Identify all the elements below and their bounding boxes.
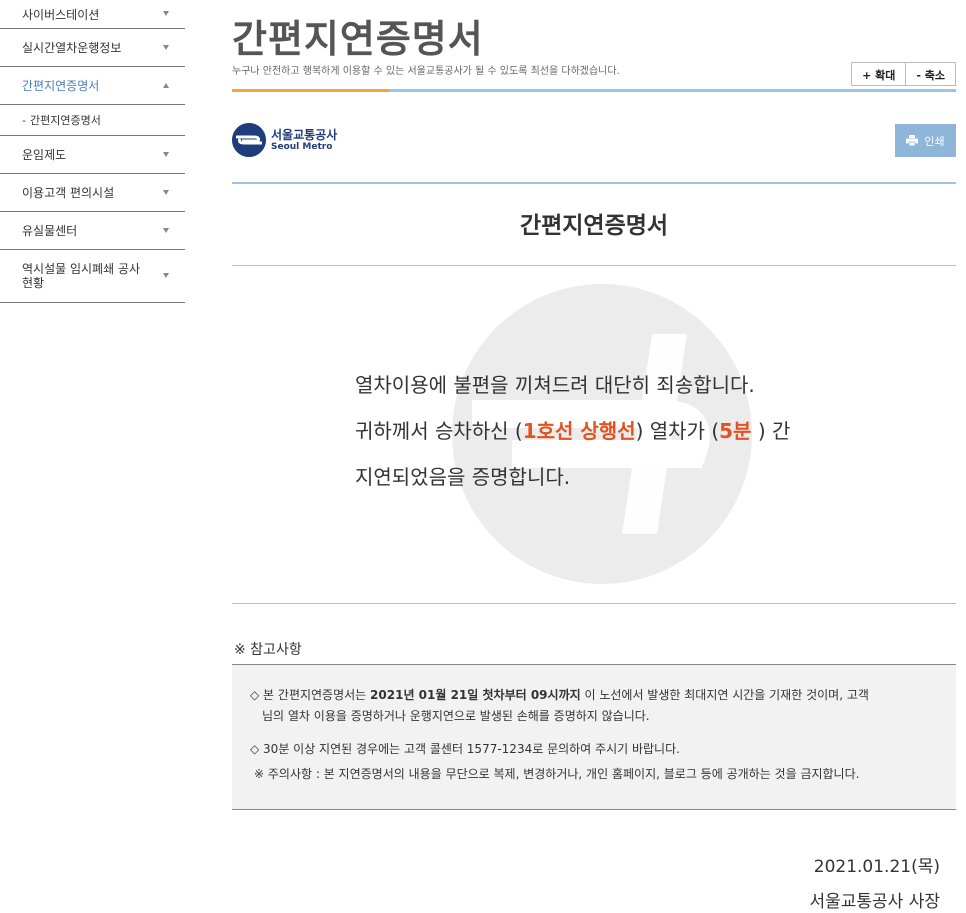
- certificate-top-divider: [232, 182, 956, 184]
- certificate-title-divider: [232, 265, 956, 266]
- reference-warning: ※ 주의사항 : 본 지연증명서의 내용을 무단으로 복제, 변경하거나, 개인…: [254, 767, 860, 781]
- line2-suffix: ) 간: [751, 419, 791, 443]
- issue-date: 2021.01.21(목): [813, 857, 940, 877]
- chevron-down-icon: [163, 189, 169, 195]
- sidebar-item-label: 실시간열차운행정보: [22, 41, 122, 55]
- sidebar-subitem-label: 간편지연증명서: [29, 114, 101, 127]
- certificate-message: 열차이용에 불편을 끼쳐드려 대단히 죄송합니다. 귀하께서 승차하신 (1호선…: [355, 362, 790, 500]
- sidebar-item-closure[interactable]: 역시설물 임시폐쇄 공사현황: [0, 250, 185, 303]
- chevron-down-icon: [163, 227, 169, 233]
- logo-korean: 서울교통공사: [271, 127, 338, 142]
- zoom-out-button[interactable]: - 축소: [905, 63, 955, 85]
- sidebar-item-label: 역시설물 임시폐쇄 공사현황: [22, 262, 141, 290]
- seoul-metro-logo-icon: [232, 123, 266, 157]
- chevron-down-icon: [163, 11, 169, 16]
- note1-continuation: 님의 열차 이용을 증명하거나 운행지연으로 발생된 손해를 증명하지 않습니다…: [262, 709, 650, 723]
- title-divider-accent: [232, 89, 390, 92]
- sidebar-item-label: 사이버스테이션: [22, 7, 100, 22]
- sidebar-item-facilities[interactable]: 이용고객 편의시설: [0, 174, 185, 212]
- reference-box: ◇ 본 간편지연증명서는 2021년 01월 21일 첫차부터 09시까지 이 …: [232, 664, 956, 810]
- zoom-controls: + 확대 - 축소: [851, 62, 956, 86]
- chevron-up-icon: [163, 82, 169, 88]
- sidebar-item-label: 유실물센터: [22, 224, 78, 238]
- sidebar-item-realtime[interactable]: 실시간열차운행정보: [0, 29, 185, 67]
- chevron-down-icon: [163, 273, 169, 278]
- reference-note-2: ◇ 30분 이상 지연된 경우에는 고객 콜센터 1577-1234로 문의하여…: [250, 742, 680, 756]
- seoul-metro-logo: 서울교통공사 Seoul Metro: [232, 123, 337, 157]
- sidebar-item-label: 이용고객 편의시설: [22, 186, 115, 200]
- sidebar-item-lost-found[interactable]: 유실물센터: [0, 212, 185, 250]
- sidebar-item-label: 간편지연증명서: [22, 79, 100, 93]
- chevron-down-icon: [163, 151, 169, 157]
- sidebar: 사이버스테이션 실시간열차운행정보 간편지연증명서 - 간편지연증명서 운임제도…: [0, 0, 185, 303]
- sidebar-item-cyberstation[interactable]: 사이버스테이션: [0, 0, 185, 29]
- reference-note-1: ◇ 본 간편지연증명서는 2021년 01월 21일 첫차부터 09시까지 이 …: [250, 685, 938, 727]
- title-divider: [232, 89, 956, 92]
- signature: 서울교통공사 사장: [809, 892, 940, 912]
- line2-middle: ) 열차가 (: [635, 419, 720, 443]
- logo-english: Seoul Metro: [271, 141, 333, 152]
- certificate-line-1: 열차이용에 불편을 끼쳐드려 대단히 죄송합니다.: [355, 373, 755, 397]
- delay-value: 5분: [719, 419, 752, 443]
- reference-title: ※ 참고사항: [234, 642, 302, 658]
- chevron-down-icon: [163, 44, 169, 50]
- print-label: 인쇄: [924, 134, 945, 148]
- train-line-value: 1호선 상행선: [522, 419, 636, 443]
- sidebar-item-delay-cert[interactable]: 간편지연증명서: [0, 67, 185, 105]
- certificate-title: 간편지연증명서: [519, 213, 669, 239]
- certificate-line-3: 지연되었음을 증명합니다.: [355, 465, 571, 489]
- note1-date-range: 2021년 01월 21일 첫차부터 09시까지: [370, 688, 581, 702]
- line2-prefix: 귀하께서 승차하신 (: [355, 419, 523, 443]
- sub-dash: -: [22, 113, 26, 127]
- page-title: 간편지연증명서: [232, 17, 484, 61]
- sidebar-subitem-delay-cert[interactable]: - 간편지연증명서: [0, 105, 185, 136]
- note1-suffix: 이 노선에서 발생한 최대지연 시간을 기재한 것이며, 고객: [580, 688, 869, 702]
- sidebar-item-fare[interactable]: 운임제도: [0, 136, 185, 174]
- print-button[interactable]: 인쇄: [895, 124, 956, 157]
- certificate-bottom-divider: [232, 603, 956, 604]
- note1-prefix: ◇ 본 간편지연증명서는: [250, 688, 371, 702]
- zoom-in-button[interactable]: + 확대: [852, 63, 906, 85]
- page-subtitle: 누구나 안전하고 행복하게 이용할 수 있는 서울교통공사가 될 수 있도록 최…: [232, 66, 620, 77]
- certificate-line-2: 귀하께서 승차하신 (1호선 상행선) 열차가 (5분 ) 간: [355, 408, 790, 454]
- sidebar-item-label: 운임제도: [22, 148, 67, 162]
- printer-icon: [906, 135, 919, 147]
